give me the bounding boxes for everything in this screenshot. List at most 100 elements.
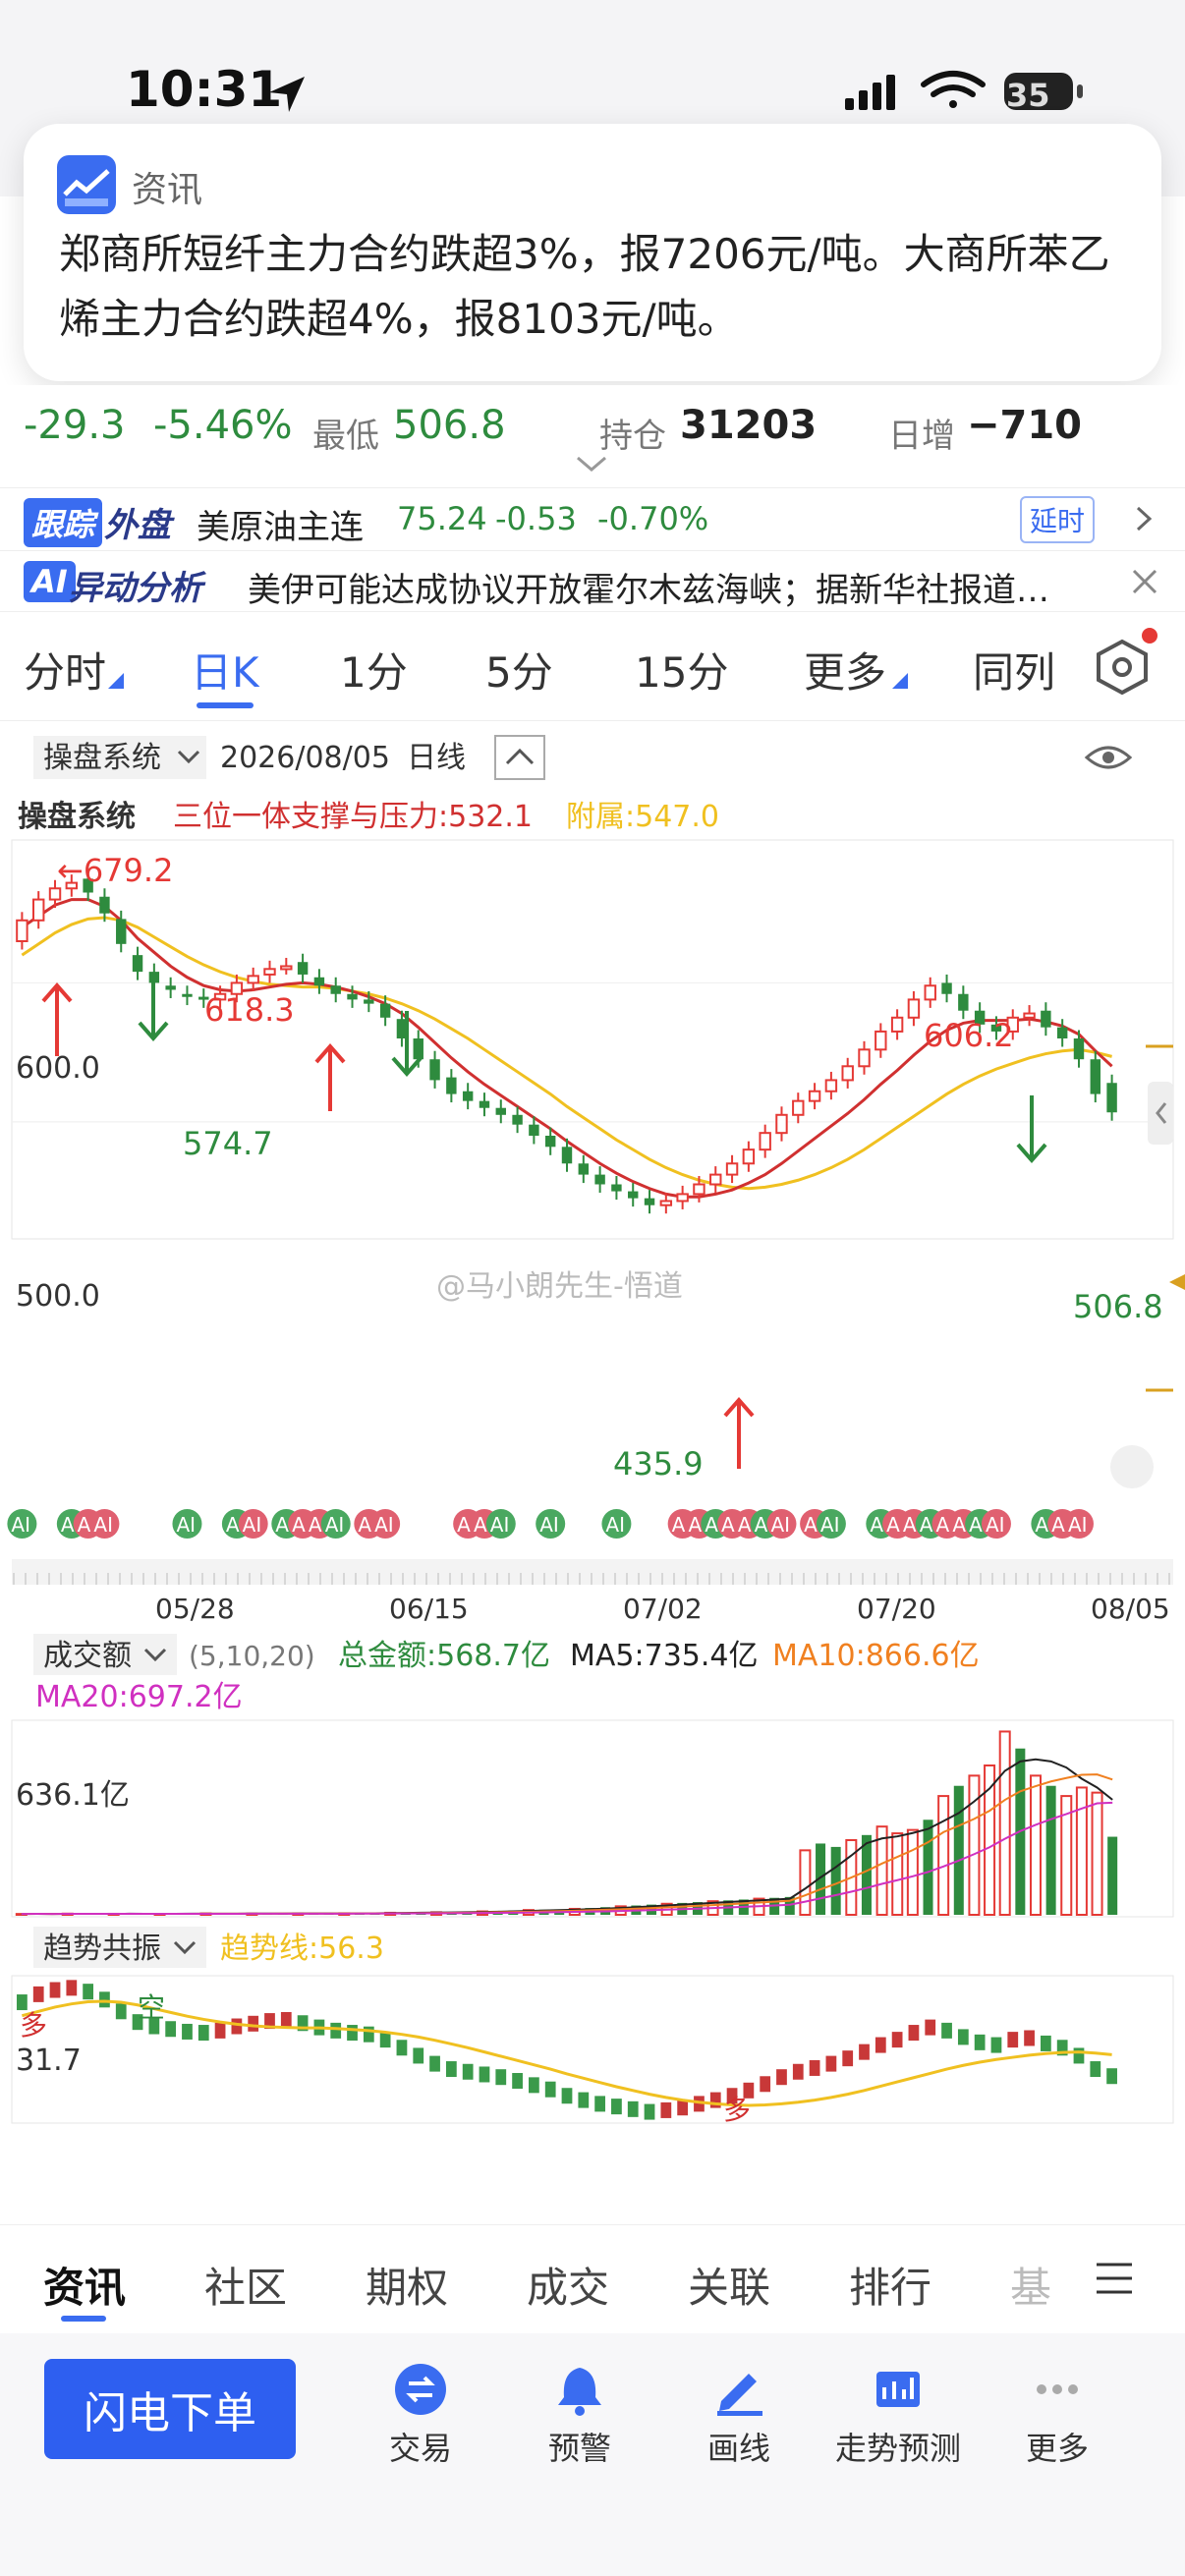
candle-up <box>841 1065 854 1082</box>
low-label: 最低 <box>312 417 379 456</box>
trend-block-down <box>363 2026 374 2043</box>
dock-more[interactable]: 更多 <box>988 2355 1126 2469</box>
volume-bar-up <box>998 1730 1011 1917</box>
candle-up <box>742 1148 756 1165</box>
volume-select[interactable]: 成交额 <box>43 1639 132 1673</box>
ai-marker-label: AI <box>820 1513 840 1537</box>
tab-community[interactable]: 社区 <box>204 2255 287 2315</box>
tab-news[interactable]: 资讯 <box>43 2255 126 2315</box>
trend-block-down <box>99 1991 110 2008</box>
dock-draw[interactable]: 画线 <box>670 2355 808 2469</box>
candle-up <box>263 968 276 976</box>
tab-more[interactable]: 更多 <box>804 640 886 700</box>
support-label: 三位一体支撑与压力:532.1 <box>173 800 533 834</box>
trend-block-down <box>445 2061 457 2078</box>
foreign-price: 75.24 <box>397 500 487 537</box>
trend-block-up <box>925 2019 936 2036</box>
collapse-button[interactable] <box>494 735 545 780</box>
notification-app-name: 资讯 <box>132 170 203 210</box>
period-tabs: 分时 日K 1分 5分 15分 更多 同列 <box>0 611 1185 721</box>
trend-block-down <box>627 2100 639 2117</box>
trend-block-up <box>908 2025 920 2042</box>
ai-marker-label: AI <box>490 1513 510 1537</box>
candle-up <box>280 965 293 971</box>
trend-block-down <box>462 2063 474 2080</box>
tab-ranking[interactable]: 排行 <box>849 2255 931 2315</box>
delay-badge: 延时 <box>1020 496 1096 543</box>
volume-bar-up <box>1091 1791 1103 1916</box>
trend-mark-long: 多 <box>20 2009 47 2042</box>
fullscreen-icon[interactable] <box>1110 1445 1154 1488</box>
volume-bar-up <box>937 1795 950 1917</box>
candle-up <box>1023 1012 1036 1019</box>
tab-compare[interactable]: 同列 <box>973 640 1055 700</box>
chevron-right-icon[interactable] <box>1132 504 1156 533</box>
eye-icon[interactable] <box>1084 746 1133 769</box>
chart-period: 日线 <box>407 741 466 775</box>
news-app-icon <box>57 155 116 214</box>
tab-intraday[interactable]: 分时 <box>24 640 106 700</box>
dock-trade[interactable]: 交易 <box>352 2355 489 2469</box>
kline-chart-area[interactable]: 操盘系统 2026/08/05 日线 操盘系统 三位一体支撑与压力:532.1 … <box>0 722 1185 2127</box>
system-select[interactable]: 操盘系统 <box>43 741 161 775</box>
trend-block-up <box>248 2015 259 2032</box>
trend-block-down <box>544 2081 556 2098</box>
side-handle[interactable] <box>1148 1082 1173 1145</box>
candle-down <box>347 993 358 1000</box>
foreign-market-row[interactable]: 跟踪 外盘 美原油主连 75.24 -0.53 -0.70% 延时 <box>0 487 1185 549</box>
y-label-600: 600.0 <box>16 1051 100 1086</box>
tab-trades[interactable]: 成交 <box>527 2255 609 2315</box>
trend-block-up <box>859 2044 870 2060</box>
annotation-low: 435.9 <box>613 1445 704 1483</box>
volume-bar-up <box>968 1774 981 1917</box>
candle-down <box>364 999 374 1004</box>
volume-ma10: MA10:866.6亿 <box>772 1639 980 1673</box>
daily-inc-value: −710 <box>967 403 1083 448</box>
trend-block-down <box>974 2034 986 2050</box>
bottom-dock: 闪电下单 交易 预警 画线 走势预测 更多 <box>0 2333 1185 2576</box>
candle-down <box>941 982 952 994</box>
candle-down <box>462 1091 474 1101</box>
trend-block-down <box>182 2023 193 2040</box>
settings-hex-icon[interactable] <box>1093 638 1152 697</box>
tab-5min[interactable]: 5分 <box>485 640 553 700</box>
buy-arrow-icon <box>723 1396 755 1469</box>
signal-icon <box>845 75 895 110</box>
dock-alert[interactable]: 预警 <box>511 2355 649 2469</box>
tab-fundamental[interactable]: 基 <box>1010 2255 1051 2315</box>
volume-bar-down <box>1045 1785 1056 1915</box>
tab-daily-k[interactable]: 日K <box>191 640 259 700</box>
status-time: 10:31 <box>126 61 283 118</box>
annotation-606: 606.2 <box>924 1017 1014 1054</box>
trend-select[interactable]: 趋势共振 <box>43 1932 161 1966</box>
chart-date: 2026/08/05 <box>220 741 390 775</box>
x-label-0720: 07/20 <box>857 1593 936 1625</box>
trend-y-label: 31.7 <box>16 2044 82 2078</box>
candle-down <box>1090 1059 1101 1094</box>
candle-up <box>858 1048 871 1068</box>
dock-forecast[interactable]: 走势预测 <box>829 2355 967 2469</box>
x-label-0702: 07/02 <box>623 1593 703 1625</box>
menu-icon[interactable] <box>1095 2261 1134 2296</box>
tab-15min[interactable]: 15分 <box>635 640 728 700</box>
tab-related[interactable]: 关联 <box>688 2255 770 2315</box>
candle-down <box>611 1184 622 1192</box>
candle-up <box>792 1099 805 1116</box>
chevron-up-icon <box>505 748 535 765</box>
ai-analysis-row[interactable]: AI 异动分析 美伊可能达成协议开放霍尔木兹海峡；据新华社报道… <box>0 550 1185 612</box>
candle-up <box>824 1079 838 1092</box>
candle-down <box>1106 1083 1117 1113</box>
close-icon[interactable] <box>1130 567 1159 596</box>
notification-banner[interactable]: 资讯 郑商所短纤主力合约跌超3%，报7206元/吨。大商所苯乙烯主力合约跌超4%… <box>24 124 1161 381</box>
tab-options[interactable]: 期权 <box>366 2255 448 2315</box>
trend-mark-short: 空 <box>138 1991 165 2024</box>
volume-bar-down <box>953 1785 964 1915</box>
candle-down <box>529 1124 539 1136</box>
volume-total: 总金额:568.7亿 <box>338 1639 550 1673</box>
quick-order-button[interactable]: 闪电下单 <box>44 2359 296 2459</box>
candle-down <box>413 1038 423 1060</box>
chevron-down-icon[interactable] <box>574 454 609 474</box>
candle-down <box>958 993 969 1011</box>
tab-1min[interactable]: 1分 <box>340 640 408 700</box>
candle-down <box>182 993 193 997</box>
